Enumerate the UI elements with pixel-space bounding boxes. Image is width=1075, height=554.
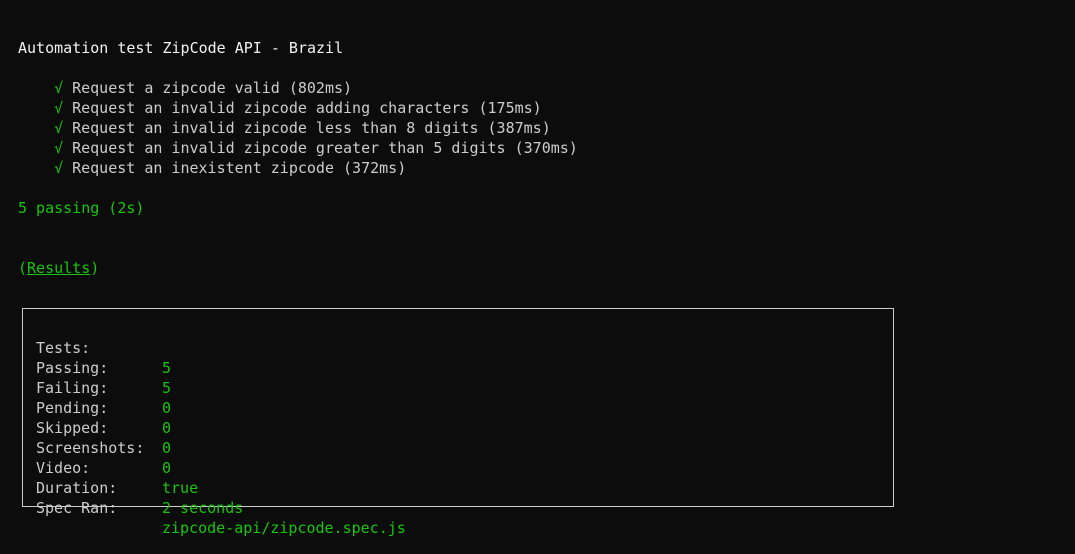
row-value: 5 — [162, 359, 172, 377]
test-result-item: √ Request a zipcode valid (802ms) — [36, 58, 352, 97]
row-value: 0 — [162, 419, 172, 437]
results-row-pending: Pending: 0 — [36, 378, 171, 437]
results-row-spec-ran: Spec Ran: zipcode-api/zipcode.spec.js — [36, 478, 406, 537]
row-value: zipcode-api/zipcode.spec.js — [162, 519, 406, 537]
results-row-screenshots: Screenshots: 0 — [36, 418, 171, 477]
results-row-passing: Passing: 5 — [36, 338, 171, 397]
test-result-item: √ Request an invalid zipcode greater than… — [36, 118, 578, 157]
results-table: Tests: 5 Passing: 5 Failing: 0 Pending: … — [22, 308, 894, 537]
test-result-item: √ Request an invalid zipcode less than 8 … — [36, 98, 551, 137]
row-value: 0 — [162, 439, 172, 457]
suite-title: Automation test ZipCode API - Brazil — [18, 39, 344, 57]
passing-summary: 5 passing (2s) — [18, 199, 145, 217]
results-row-failing: Failing: 0 — [36, 358, 171, 417]
row-value: 0 — [162, 399, 172, 417]
row-value: 5 — [162, 379, 172, 397]
results-row-video: Video: true — [36, 438, 198, 497]
results-row-duration: Duration: 2 seconds — [36, 458, 243, 517]
results-link[interactable]: Results — [27, 259, 90, 277]
results-close-paren: ) — [90, 259, 100, 277]
results-open-paren: ( — [18, 259, 28, 277]
test-result-item: √ Request an invalid zipcode adding chara… — [36, 78, 542, 117]
results-row-skipped: Skipped: 0 — [36, 398, 171, 457]
row-value: true — [162, 479, 199, 497]
row-value: 0 — [162, 459, 172, 477]
results-row-tests: Tests: 5 — [36, 318, 171, 377]
check-icon: √ — [54, 159, 64, 177]
row-label: Spec Ran: — [36, 499, 118, 517]
row-value: 2 seconds — [162, 499, 244, 517]
test-name: Request an inexistent zipcode (372ms) — [72, 159, 407, 177]
test-result-item: √ Request an inexistent zipcode (372ms) — [36, 138, 406, 177]
results-heading: (Results) — [18, 258, 99, 278]
